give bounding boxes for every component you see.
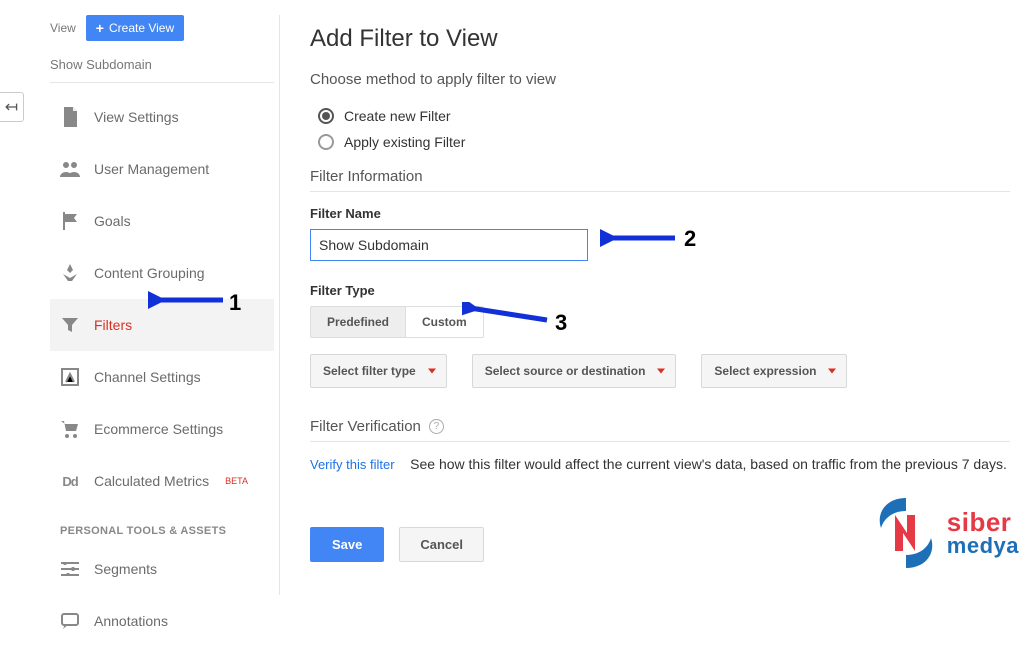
calculated-icon: Dd <box>60 471 80 491</box>
logo-text-line2: medya <box>947 535 1019 557</box>
main-content: Add Filter to View Choose method to appl… <box>310 25 1010 562</box>
tab-custom[interactable]: Custom <box>406 306 484 338</box>
sidebar-item-label: Channel Settings <box>94 369 201 385</box>
arrow-left-icon: ↤ <box>5 97 18 117</box>
page-title: Add Filter to View <box>310 25 1010 53</box>
sidebar-item-user-management[interactable]: User Management <box>50 143 274 195</box>
save-button[interactable]: Save <box>310 527 384 562</box>
filter-name-input[interactable] <box>310 229 588 261</box>
radio-icon <box>318 108 334 124</box>
radio-icon <box>318 134 334 150</box>
sidebar-item-label: Goals <box>94 213 131 229</box>
personal-tools-heading: PERSONAL TOOLS & ASSETS <box>50 507 274 543</box>
segments-icon <box>60 559 80 579</box>
sidebar-item-ecommerce[interactable]: Ecommerce Settings <box>50 403 274 455</box>
flag-icon <box>60 211 80 231</box>
sidebar-item-view-settings[interactable]: View Settings <box>50 91 274 143</box>
radio-create-new[interactable]: Create new Filter <box>318 108 1010 124</box>
siber-medya-logo: siber medya <box>871 493 1019 573</box>
choose-method-label: Choose method to apply filter to view <box>310 71 1010 94</box>
logo-mark-icon <box>871 493 941 573</box>
sidebar-item-label: Filters <box>94 317 132 333</box>
view-label: View <box>50 21 76 35</box>
plus-icon: + <box>96 20 104 36</box>
sidebar-item-annotations[interactable]: Annotations <box>50 595 274 647</box>
sidebar: View + Create View Show Subdomain View S… <box>50 15 280 595</box>
radio-label: Apply existing Filter <box>344 134 465 150</box>
view-row: View + Create View <box>50 15 274 41</box>
help-icon[interactable]: ? <box>429 419 444 434</box>
sidebar-item-label: Annotations <box>94 613 168 629</box>
create-view-label: Create View <box>109 21 174 35</box>
sidebar-item-goals[interactable]: Goals <box>50 195 274 247</box>
funnel-icon <box>60 315 80 335</box>
filter-type-tabs: Predefined Custom <box>310 306 1010 338</box>
radio-apply-existing[interactable]: Apply existing Filter <box>318 134 1010 150</box>
document-icon <box>60 107 80 127</box>
users-icon <box>60 159 80 179</box>
sidebar-item-label: User Management <box>94 161 209 177</box>
speech-icon <box>60 611 80 631</box>
verify-description: See how this filter would affect the cur… <box>410 456 1007 472</box>
select-source-destination[interactable]: Select source or destination <box>472 354 677 388</box>
cancel-button[interactable]: Cancel <box>399 527 484 562</box>
filter-verification-text: Filter Verification <box>310 418 421 435</box>
sidebar-item-label: Segments <box>94 561 157 577</box>
collapse-sidebar-button[interactable]: ↤ <box>0 92 24 122</box>
filter-selects-row: Select filter type Select source or dest… <box>310 354 1010 388</box>
logo-text-line1: siber <box>947 509 1019 535</box>
cart-icon <box>60 419 80 439</box>
show-subdomain-link[interactable]: Show Subdomain <box>50 53 274 83</box>
tab-predefined[interactable]: Predefined <box>310 306 406 338</box>
sidebar-item-segments[interactable]: Segments <box>50 543 274 595</box>
annotation-label-2: 2 <box>684 226 696 252</box>
beta-tag: BETA <box>225 476 248 486</box>
filter-information-heading: Filter Information <box>310 168 1010 192</box>
select-filter-type[interactable]: Select filter type <box>310 354 447 388</box>
create-view-button[interactable]: + Create View <box>86 15 184 41</box>
radio-label: Create new Filter <box>344 108 451 124</box>
select-expression[interactable]: Select expression <box>701 354 847 388</box>
channel-icon <box>60 367 80 387</box>
sidebar-item-channel-settings[interactable]: Channel Settings <box>50 351 274 403</box>
sidebar-item-label: Content Grouping <box>94 265 205 281</box>
filter-name-label: Filter Name <box>310 206 1010 221</box>
verify-filter-link[interactable]: Verify this filter <box>310 457 395 472</box>
sidebar-item-label: View Settings <box>94 109 179 125</box>
sidebar-item-label: Ecommerce Settings <box>94 421 223 437</box>
filter-verification-heading: Filter Verification ? <box>310 418 1010 442</box>
sidebar-item-label: Calculated Metrics <box>94 473 209 489</box>
sidebar-item-calculated-metrics[interactable]: Dd Calculated Metrics BETA <box>50 455 274 507</box>
content-grouping-icon <box>60 263 80 283</box>
annotation-label-3: 3 <box>555 310 567 336</box>
verify-row: Verify this filter See how this filter w… <box>310 456 1010 472</box>
annotation-label-1: 1 <box>229 290 241 316</box>
filter-type-label: Filter Type <box>310 283 1010 298</box>
